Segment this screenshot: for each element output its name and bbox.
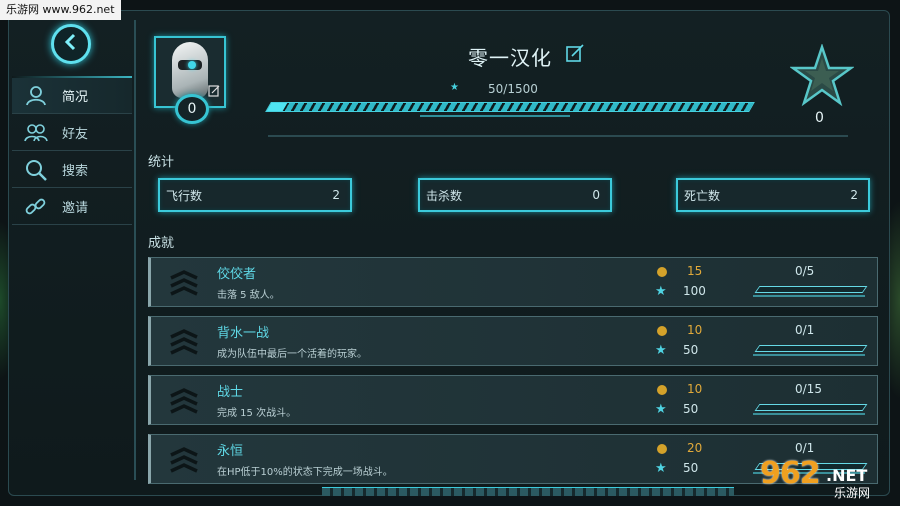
coin-reward: 10	[687, 323, 703, 337]
achievement-description: 成为队伍中最后一个活着的玩家。	[217, 349, 367, 360]
rank-chevrons-icon	[170, 447, 198, 473]
achievement-progress-fill	[756, 287, 760, 292]
achievement-description: 击落 5 敌人。	[217, 290, 280, 301]
achievement-row[interactable]: 佼佼者 击落 5 敌人。 15 ★ 100 0/5	[148, 257, 878, 307]
coin-reward: 10	[687, 382, 703, 396]
users-icon	[12, 123, 60, 143]
stat-label: 死亡数	[684, 188, 721, 203]
header-divider	[268, 135, 848, 137]
coin-icon	[657, 385, 667, 395]
rank-chevrons-icon	[170, 388, 198, 414]
star-icon: ★	[655, 461, 667, 476]
back-button[interactable]	[51, 24, 91, 64]
stat-deaths: 死亡数 2	[676, 178, 870, 212]
sidebar-item-overview[interactable]: 简况	[12, 78, 132, 114]
sidebar-item-search[interactable]: 搜索	[12, 152, 132, 188]
coin-reward: 15	[687, 264, 703, 278]
sidebar-item-label: 好友	[62, 127, 89, 142]
stat-value: 2	[332, 188, 340, 202]
achievement-progress-bar	[754, 404, 868, 411]
level-badge: 0	[175, 94, 209, 124]
sidebar-item-label: 邀请	[62, 201, 89, 216]
logo-number: 962	[760, 456, 821, 491]
edit-icon[interactable]	[208, 85, 220, 100]
star-icon: ★	[655, 343, 667, 358]
link-icon	[12, 196, 60, 218]
xp-progress-bar	[265, 102, 755, 112]
star-reward: 100	[683, 284, 706, 298]
achievement-progress-text: 0/15	[795, 382, 822, 396]
chevron-left-icon	[62, 32, 80, 57]
stats-heading: 统计	[148, 155, 175, 170]
progress-underline	[753, 413, 865, 415]
stat-value: 0	[592, 188, 600, 202]
stat-label: 飞行数	[166, 188, 203, 203]
bottom-decoration-strip	[322, 487, 734, 496]
xp-text: 50/1500	[488, 82, 538, 96]
sidebar: 简况 好友 搜索 邀请	[12, 20, 136, 480]
progress-underline	[753, 354, 865, 356]
achievement-row[interactable]: 战士 完成 15 次战斗。 10 ★ 50 0/15	[148, 375, 878, 425]
achievement-progress-text: 0/1	[795, 441, 815, 455]
rank-value: 0	[815, 110, 824, 126]
achievement-row[interactable]: 背水一战 成为队伍中最后一个活着的玩家。 10 ★ 50 0/1	[148, 316, 878, 366]
achievement-title: 背水一战	[217, 326, 270, 341]
star-reward: 50	[683, 461, 699, 475]
achievement-description: 完成 15 次战斗。	[217, 408, 297, 419]
site-logo: 962 .NET 乐游网	[760, 456, 896, 504]
coin-icon	[657, 267, 667, 277]
xp-progress-fill	[266, 103, 288, 111]
progress-underline	[753, 295, 865, 297]
achievement-description: 在HP低于10%的状态下完成一场战斗。	[217, 467, 393, 478]
logo-cn: 乐游网	[834, 486, 871, 500]
star-icon: ★	[450, 82, 459, 93]
coin-reward: 20	[687, 441, 703, 455]
rank-star-icon	[790, 44, 854, 107]
achievement-progress-bar	[754, 345, 868, 352]
achievement-progress-text: 0/1	[795, 323, 815, 337]
achievements-heading: 成就	[148, 236, 175, 251]
edit-name-icon[interactable]	[566, 44, 584, 67]
avatar-eye	[188, 61, 196, 69]
rank-chevrons-icon	[170, 329, 198, 355]
logo-net: .NET	[826, 466, 868, 485]
stat-flights: 飞行数 2	[158, 178, 352, 212]
coin-icon	[657, 444, 667, 454]
sidebar-item-invite[interactable]: 邀请	[12, 189, 132, 225]
search-icon	[12, 159, 60, 181]
rank-chevrons-icon	[170, 270, 198, 296]
coin-icon	[657, 326, 667, 336]
star-icon: ★	[655, 402, 667, 417]
player-name: 零一汉化	[468, 46, 552, 70]
stat-value: 2	[850, 188, 858, 202]
sidebar-item-label: 简况	[62, 90, 89, 105]
achievement-progress-text: 0/5	[795, 264, 815, 278]
achievement-progress-fill	[756, 405, 760, 410]
star-reward: 50	[683, 402, 699, 416]
achievement-title: 永恒	[217, 444, 244, 459]
xp-bar-underline	[420, 115, 570, 119]
stat-kills: 击杀数 0	[418, 178, 612, 212]
sidebar-item-friends[interactable]: 好友	[12, 115, 132, 151]
achievement-title: 战士	[217, 385, 244, 400]
star-icon: ★	[655, 284, 667, 299]
sidebar-item-label: 搜索	[62, 164, 89, 179]
watermark-text: 乐游网 www.962.net	[0, 0, 121, 20]
achievement-progress-fill	[756, 346, 760, 351]
achievement-progress-bar	[754, 286, 868, 293]
achievement-title: 佼佼者	[217, 267, 257, 282]
user-icon	[12, 85, 60, 106]
robot-avatar-image	[172, 42, 208, 98]
star-reward: 50	[683, 343, 699, 357]
stat-label: 击杀数	[426, 188, 463, 203]
